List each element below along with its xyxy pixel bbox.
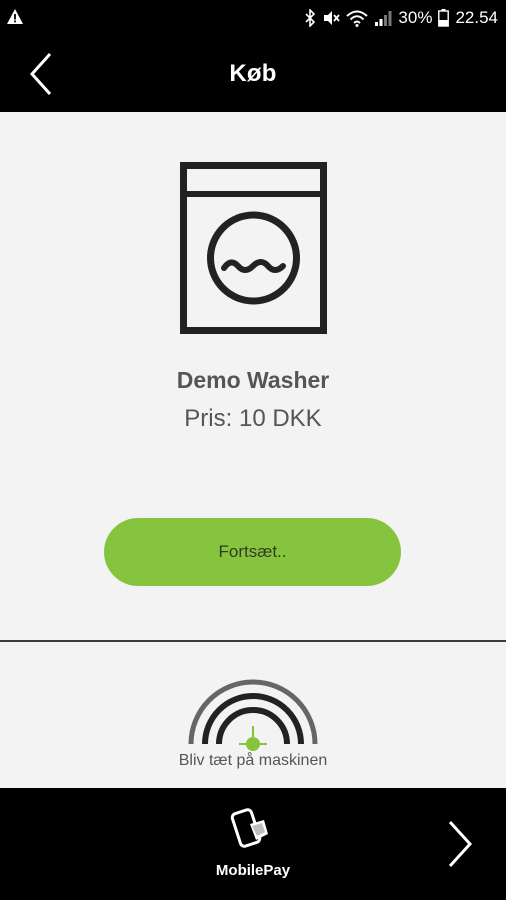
status-icons: 30% 22.54 <box>304 6 498 30</box>
payment-bar: MobilePay <box>0 788 506 900</box>
continue-button[interactable]: Fortsæt.. <box>104 518 401 586</box>
continue-button-label: Fortsæt.. <box>218 542 287 561</box>
page-title: Køb <box>229 60 277 87</box>
purchase-panel: Demo Washer Pris: 10 DKK Fortsæt.. <box>0 112 506 640</box>
bluetooth-icon <box>305 9 316 27</box>
next-button[interactable] <box>442 818 478 870</box>
battery-percent: 30% <box>398 8 433 27</box>
clock: 22.54 <box>455 8 498 27</box>
mobilepay-label: MobilePay <box>215 862 291 879</box>
mute-icon <box>324 11 341 25</box>
signal-icon <box>375 11 392 26</box>
machine-name: Demo Washer <box>176 367 330 393</box>
status-bar: 30% 22.54 <box>0 0 506 36</box>
app-header: Køb <box>0 36 506 112</box>
battery-icon <box>438 9 450 27</box>
wifi-icon <box>346 10 369 27</box>
proximity-hint: Bliv tæt på maskinen <box>0 642 506 788</box>
machine-price: Pris: 10 DKK <box>184 405 322 432</box>
washing-machine-icon <box>180 162 327 334</box>
proximity-label: Bliv tæt på maskinen <box>178 752 328 769</box>
chevron-right-icon <box>448 820 473 868</box>
mobilepay-logo-icon <box>230 808 268 848</box>
warning-icon <box>7 9 23 24</box>
proximity-signal-icon <box>188 679 318 751</box>
